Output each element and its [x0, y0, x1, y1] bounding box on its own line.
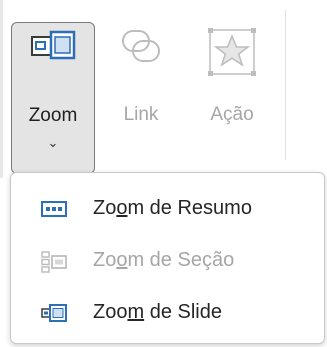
link-button[interactable]: Link: [110, 22, 172, 174]
section-zoom-icon: [41, 251, 67, 278]
link-icon: [118, 26, 164, 71]
zoom-label: Zoom: [28, 105, 78, 126]
zoom-dropdown-button[interactable]: Zoom ⌄: [11, 22, 95, 174]
slide-zoom-icon: [41, 303, 67, 328]
menu-item-label: Zoom de Slide: [93, 301, 222, 323]
action-label: Ação: [210, 104, 254, 125]
menu-item-label: Zoom de Seção: [93, 249, 235, 271]
action-star-icon: [206, 26, 258, 81]
zoom-slides-icon: [29, 27, 77, 72]
ribbon-group: Zoom ⌄ Link Ação: [0, 0, 327, 178]
ribbon-edge: [0, 0, 3, 178]
ribbon-separator: [285, 10, 286, 160]
zoom-dropdown-menu: Zoom de Resumo Zoom de Seção Zoom de Sli…: [10, 172, 325, 344]
menu-item-slide-zoom[interactable]: Zoom de Slide: [11, 291, 324, 335]
link-label: Link: [123, 104, 159, 125]
summary-zoom-icon: [41, 199, 67, 224]
action-button[interactable]: Ação: [192, 22, 272, 174]
chevron-down-icon: ⌄: [47, 135, 59, 150]
menu-item-summary-zoom[interactable]: Zoom de Resumo: [11, 187, 324, 231]
menu-item-section-zoom[interactable]: Zoom de Seção: [11, 239, 324, 283]
menu-item-label: Zoom de Resumo: [93, 197, 252, 219]
